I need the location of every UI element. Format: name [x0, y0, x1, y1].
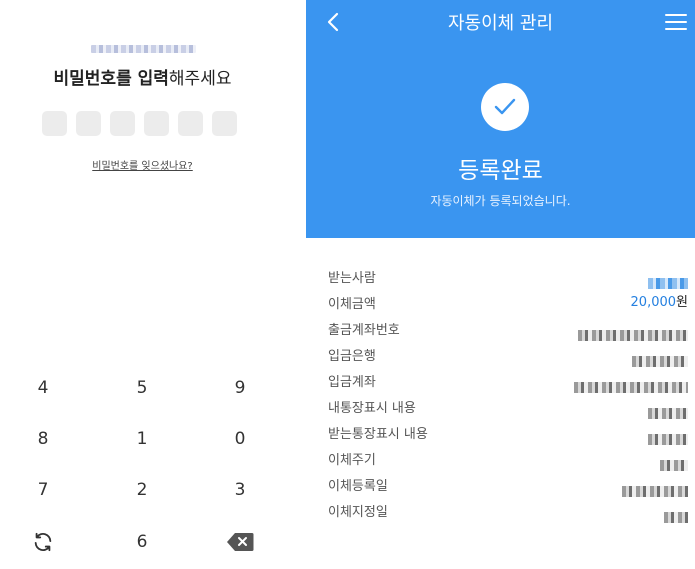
transfer-complete-screen: 자동이체 관리 등록완료 자동이체가 등록되었습니다. 받는사람 이체금액 20…	[306, 0, 695, 569]
transfer-amount: 20,000원	[631, 292, 688, 314]
password-title-rest: 해주세요	[168, 69, 232, 89]
detail-row-registered-date: 이체등록일	[328, 474, 688, 500]
page-title: 자동이체 관리	[447, 13, 554, 34]
pin-box	[110, 111, 135, 136]
masked-value	[648, 402, 688, 424]
masked-account-name	[91, 45, 196, 53]
detail-row-deposit-account: 입금계좌	[328, 370, 688, 396]
key-1[interactable]: 1	[112, 419, 172, 459]
pin-box	[76, 111, 101, 136]
password-screen: 비밀번호를 입력해주세요 비밀번호를 잊으셨나요? 4 5 9 8 1 0 7 …	[0, 0, 285, 569]
key-3[interactable]: 3	[210, 470, 270, 510]
detail-row-cycle: 이체주기	[328, 448, 688, 474]
completion-title: 등록완료	[458, 158, 543, 184]
detail-row-deposit-bank: 입금은행	[328, 344, 688, 370]
hamburger-menu-icon	[665, 14, 687, 30]
detail-row-withdraw-account: 출금계좌번호	[328, 318, 688, 344]
detail-label: 이체금액	[328, 297, 376, 312]
menu-button[interactable]	[665, 12, 687, 32]
masked-value	[648, 272, 688, 294]
key-7[interactable]: 7	[13, 470, 73, 510]
detail-row-scheduled-date: 이체지정일	[328, 500, 688, 526]
transfer-details: 받는사람 이체금액 20,000원 출금계좌번호 입금은행 입금계좌 내통장표시…	[328, 266, 688, 526]
key-2[interactable]: 2	[112, 470, 172, 510]
detail-label: 출금계좌번호	[328, 323, 400, 338]
pin-box	[212, 111, 237, 136]
detail-row-recipient-memo: 받는통장표시 내용	[328, 422, 688, 448]
masked-value	[574, 376, 688, 398]
masked-value	[660, 454, 688, 476]
forgot-password-link[interactable]: 비밀번호를 잊으셨나요?	[92, 161, 193, 172]
detail-label: 입금은행	[328, 349, 376, 364]
key-6[interactable]: 6	[112, 522, 172, 562]
refresh-icon	[34, 532, 52, 552]
check-icon	[494, 98, 516, 115]
key-8[interactable]: 8	[13, 419, 73, 459]
header-band: 자동이체 관리 등록완료 자동이체가 등록되었습니다.	[306, 0, 695, 238]
shuffle-button[interactable]	[13, 522, 73, 562]
detail-row-recipient: 받는사람	[328, 266, 688, 292]
masked-value	[622, 480, 688, 502]
detail-label: 입금계좌	[328, 375, 376, 390]
key-9[interactable]: 9	[210, 368, 270, 408]
backspace-button[interactable]	[210, 522, 270, 562]
masked-value	[632, 350, 688, 372]
detail-row-my-memo: 내통장표시 내용	[328, 396, 688, 422]
key-5[interactable]: 5	[112, 368, 172, 408]
amount-unit: 원	[676, 295, 688, 310]
amount-value: 20,000	[630, 295, 677, 310]
detail-label: 이체지정일	[328, 505, 388, 520]
completion-subtitle: 자동이체가 등록되었습니다.	[430, 194, 571, 208]
password-title-bold: 비밀번호를 입력	[53, 69, 169, 89]
pin-box	[42, 111, 67, 136]
success-badge	[481, 83, 529, 131]
detail-label: 이체주기	[328, 453, 376, 468]
pin-box	[178, 111, 203, 136]
detail-label: 받는통장표시 내용	[328, 427, 428, 442]
masked-value	[648, 428, 688, 450]
detail-label: 이체등록일	[328, 479, 388, 494]
forgot-password-link-wrap: 비밀번호를 잊으셨나요?	[0, 157, 285, 172]
password-title: 비밀번호를 입력해주세요	[0, 64, 285, 89]
detail-label: 받는사람	[328, 271, 376, 286]
detail-label: 내통장표시 내용	[328, 401, 416, 416]
detail-row-amount: 이체금액 20,000원	[328, 292, 688, 318]
masked-value	[664, 506, 688, 528]
masked-value	[578, 324, 688, 346]
key-0[interactable]: 0	[210, 419, 270, 459]
key-4[interactable]: 4	[13, 368, 73, 408]
pin-box	[144, 111, 169, 136]
pin-input[interactable]	[42, 111, 237, 136]
backspace-icon	[227, 533, 254, 551]
